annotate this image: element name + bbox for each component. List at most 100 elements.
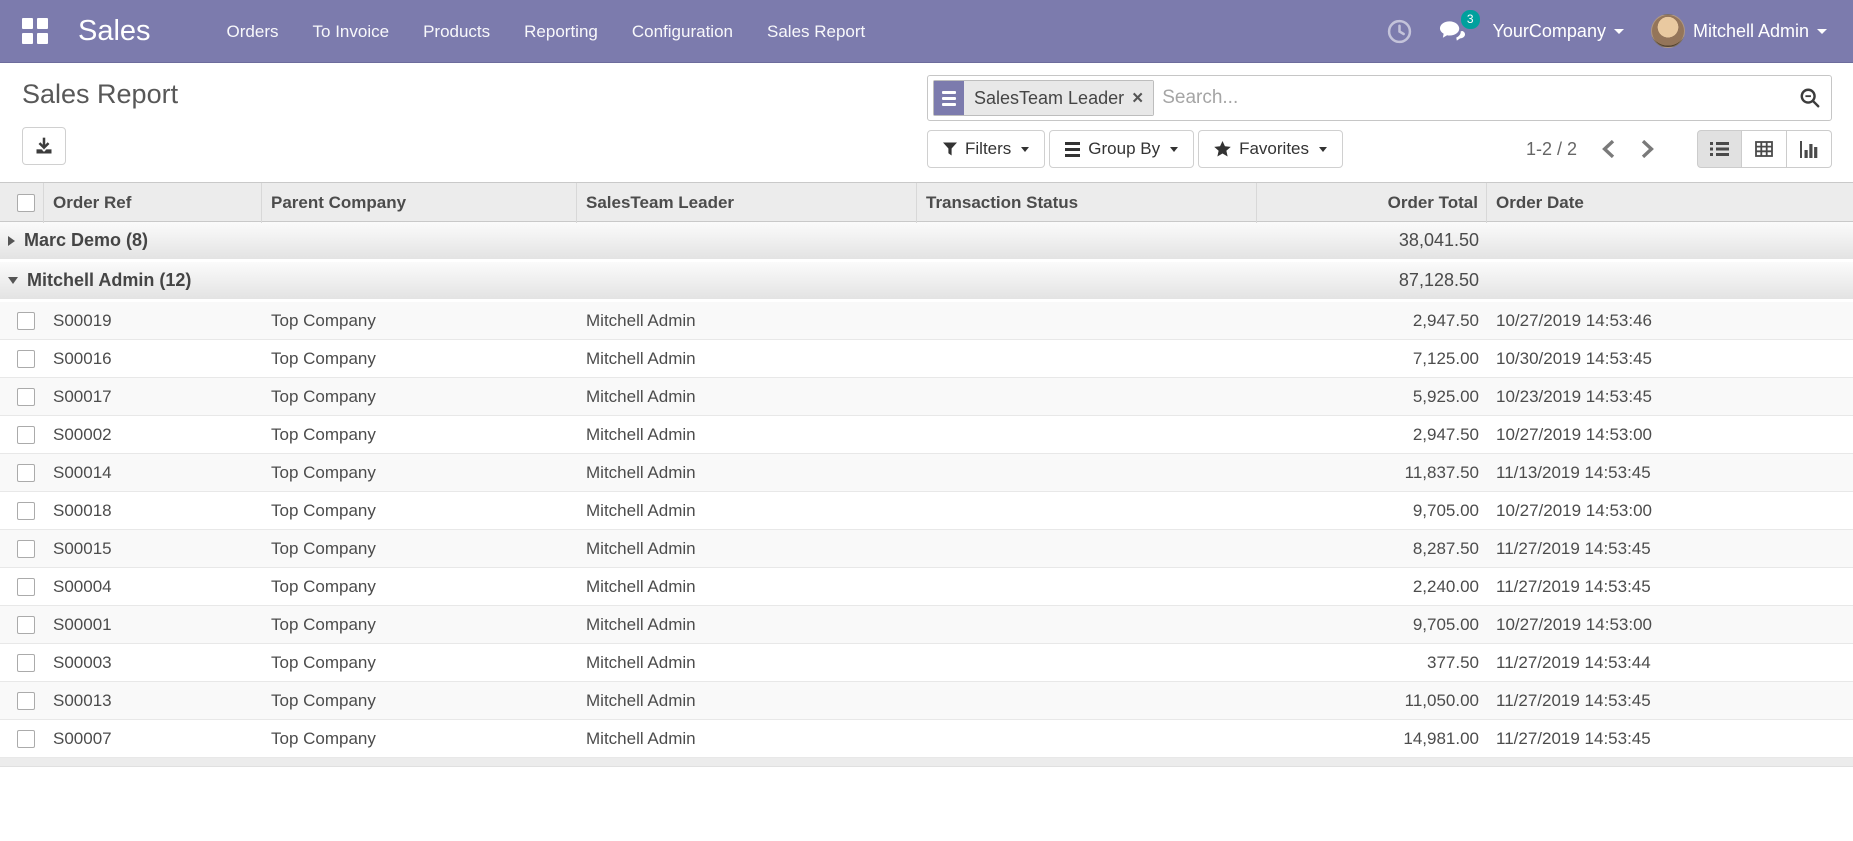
cell-order-total: 2,240.00 xyxy=(1257,577,1487,597)
table-row-s00013[interactable]: S00013Top CompanyMitchell Admin11,050.00… xyxy=(0,682,1853,720)
activities-clock-icon[interactable] xyxy=(1387,19,1412,44)
favorites-button[interactable]: Favorites xyxy=(1198,130,1343,168)
table-body: Marc Demo (8)38,041.50Mitchell Admin (12… xyxy=(0,222,1853,758)
cell-order-ref: S00002 xyxy=(44,425,262,445)
row-checkbox[interactable] xyxy=(17,654,35,672)
table-row-s00003[interactable]: S00003Top CompanyMitchell Admin377.5011/… xyxy=(0,644,1853,682)
row-checkbox[interactable] xyxy=(17,540,35,558)
nav-item-to-invoice[interactable]: To Invoice xyxy=(313,0,390,63)
row-checkbox[interactable] xyxy=(17,350,35,368)
search-input[interactable] xyxy=(1154,87,1799,109)
row-checkbox[interactable] xyxy=(17,730,35,748)
select-all-cell xyxy=(0,183,44,223)
control-panel: Sales Report SalesTeam Leader × xyxy=(0,63,1853,182)
graph-view-button[interactable] xyxy=(1787,130,1832,168)
search-option-buttons: Filters Group By Favorites xyxy=(927,130,1343,168)
row-checkbox[interactable] xyxy=(17,426,35,444)
column-header-order-ref[interactable]: Order Ref xyxy=(44,183,262,223)
table-row-s00001[interactable]: S00001Top CompanyMitchell Admin9,705.001… xyxy=(0,606,1853,644)
cell-order-date: 10/27/2019 14:53:00 xyxy=(1487,425,1853,445)
column-header-transaction-status[interactable]: Transaction Status xyxy=(917,183,1257,223)
facet-remove-icon[interactable]: × xyxy=(1132,89,1143,108)
table-row-s00019[interactable]: S00019Top CompanyMitchell Admin2,947.501… xyxy=(0,302,1853,340)
pager-next-icon[interactable] xyxy=(1640,140,1655,158)
filter-funnel-icon xyxy=(943,142,957,156)
group-row[interactable]: Mitchell Admin (12)87,128.50 xyxy=(0,262,1853,302)
nav-item-products[interactable]: Products xyxy=(423,0,490,63)
cell-salesteam-leader: Mitchell Admin xyxy=(577,539,917,559)
cell-salesteam-leader: Mitchell Admin xyxy=(577,729,917,749)
messages-count-badge: 3 xyxy=(1461,10,1480,29)
group-order-total: 38,041.50 xyxy=(1257,230,1487,251)
row-checkbox[interactable] xyxy=(17,692,35,710)
messages-icon[interactable]: 3 xyxy=(1439,19,1466,43)
column-header-order-total[interactable]: Order Total xyxy=(1257,183,1487,223)
cell-order-total: 2,947.50 xyxy=(1257,311,1487,331)
cell-order-total: 11,837.50 xyxy=(1257,463,1487,483)
group-by-button[interactable]: Group By xyxy=(1049,130,1194,168)
pivot-view-button[interactable] xyxy=(1742,130,1787,168)
export-button[interactable] xyxy=(22,127,66,165)
column-header-salesteam-leader[interactable]: SalesTeam Leader xyxy=(577,183,917,223)
filters-button[interactable]: Filters xyxy=(927,130,1045,168)
table-row-s00007[interactable]: S00007Top CompanyMitchell Admin14,981.00… xyxy=(0,720,1853,758)
cell-salesteam-leader: Mitchell Admin xyxy=(577,577,917,597)
row-checkbox[interactable] xyxy=(17,578,35,596)
table-header-row: Order Ref Parent Company SalesTeam Leade… xyxy=(0,182,1853,222)
row-checkbox[interactable] xyxy=(17,464,35,482)
group-collapsed-icon xyxy=(8,236,15,246)
table-row-s00016[interactable]: S00016Top CompanyMitchell Admin7,125.001… xyxy=(0,340,1853,378)
navbar-right: 3 YourCompany Mitchell Admin xyxy=(1387,14,1827,48)
group-row[interactable]: Marc Demo (8)38,041.50 xyxy=(0,222,1853,262)
cell-order-date: 10/23/2019 14:53:45 xyxy=(1487,387,1853,407)
cell-salesteam-leader: Mitchell Admin xyxy=(577,311,917,331)
nav-item-sales-report[interactable]: Sales Report xyxy=(767,0,865,63)
group-order-total: 87,128.50 xyxy=(1257,270,1487,291)
row-checkbox[interactable] xyxy=(17,616,35,634)
app-brand-title[interactable]: Sales xyxy=(78,15,151,48)
apps-menu-icon[interactable] xyxy=(22,18,48,44)
bar-chart-icon xyxy=(1800,141,1818,158)
company-switcher[interactable]: YourCompany xyxy=(1493,21,1624,42)
cell-parent-company: Top Company xyxy=(262,501,577,521)
chevron-down-icon xyxy=(1170,147,1178,152)
pager-previous-icon[interactable] xyxy=(1601,140,1616,158)
list-view-button[interactable] xyxy=(1697,130,1742,168)
row-checkbox[interactable] xyxy=(17,388,35,406)
cell-parent-company: Top Company xyxy=(262,577,577,597)
table-row-s00018[interactable]: S00018Top CompanyMitchell Admin9,705.001… xyxy=(0,492,1853,530)
table-row-s00014[interactable]: S00014Top CompanyMitchell Admin11,837.50… xyxy=(0,454,1853,492)
cell-parent-company: Top Company xyxy=(262,463,577,483)
cell-parent-company: Top Company xyxy=(262,387,577,407)
select-all-checkbox[interactable] xyxy=(17,194,35,212)
table-row-s00004[interactable]: S00004Top CompanyMitchell Admin2,240.001… xyxy=(0,568,1853,606)
cell-order-date: 11/13/2019 14:53:45 xyxy=(1487,463,1853,483)
facet-label: SalesTeam Leader xyxy=(974,88,1124,109)
row-checkbox[interactable] xyxy=(17,502,35,520)
table-row-s00015[interactable]: S00015Top CompanyMitchell Admin8,287.501… xyxy=(0,530,1853,568)
user-menu[interactable]: Mitchell Admin xyxy=(1651,14,1827,48)
cell-order-date: 10/27/2019 14:53:00 xyxy=(1487,501,1853,521)
search-icon[interactable] xyxy=(1799,87,1821,109)
cell-order-date: 10/30/2019 14:53:45 xyxy=(1487,349,1853,369)
page-title: Sales Report xyxy=(22,79,178,110)
cell-order-date: 11/27/2019 14:53:44 xyxy=(1487,653,1853,673)
cell-salesteam-leader: Mitchell Admin xyxy=(577,615,917,635)
row-checkbox[interactable] xyxy=(17,312,35,330)
table-row-s00002[interactable]: S00002Top CompanyMitchell Admin2,947.501… xyxy=(0,416,1853,454)
search-bar[interactable]: SalesTeam Leader × xyxy=(927,75,1832,121)
cell-order-total: 9,705.00 xyxy=(1257,615,1487,635)
table-row-s00017[interactable]: S00017Top CompanyMitchell Admin5,925.001… xyxy=(0,378,1853,416)
pager: 1-2 / 2 xyxy=(1526,139,1655,160)
nav-item-reporting[interactable]: Reporting xyxy=(524,0,598,63)
nav-item-orders[interactable]: Orders xyxy=(227,0,279,63)
nav-item-configuration[interactable]: Configuration xyxy=(632,0,733,63)
column-header-parent-company[interactable]: Parent Company xyxy=(262,183,577,223)
cell-parent-company: Top Company xyxy=(262,425,577,445)
control-panel-left: Sales Report xyxy=(22,75,178,168)
chevron-down-icon xyxy=(1319,147,1327,152)
cell-salesteam-leader: Mitchell Admin xyxy=(577,425,917,445)
cell-order-total: 9,705.00 xyxy=(1257,501,1487,521)
cell-order-ref: S00017 xyxy=(44,387,262,407)
column-header-order-date[interactable]: Order Date xyxy=(1487,183,1853,223)
